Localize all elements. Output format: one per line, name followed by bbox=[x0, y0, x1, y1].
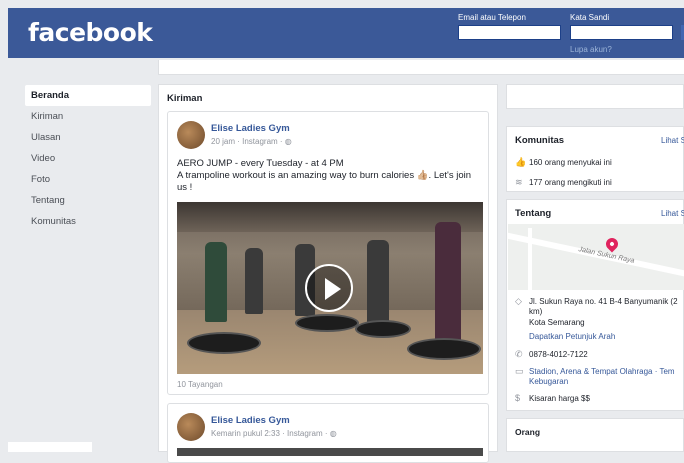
about-title: Tentang bbox=[515, 208, 552, 219]
sidebar-item-ulasan[interactable]: Ulasan bbox=[25, 127, 151, 148]
facebook-logo[interactable]: facebook bbox=[28, 18, 153, 47]
category-icon: ▭ bbox=[515, 366, 524, 376]
likes-row: 👍 160 orang menyukai ini bbox=[515, 157, 612, 168]
video-scene-person bbox=[435, 222, 461, 342]
cover-strip bbox=[158, 60, 684, 75]
thumbs-up-icon: 👍 bbox=[515, 157, 527, 167]
video-scene-person bbox=[367, 240, 389, 326]
phone-row: ✆ 0878-4012-7122 bbox=[515, 349, 588, 360]
post-media[interactable] bbox=[177, 448, 483, 456]
phone-icon: ✆ bbox=[515, 349, 523, 359]
address-line-2: km) bbox=[529, 307, 543, 316]
forgot-account-link[interactable]: Lupa akun? bbox=[570, 45, 612, 54]
page-avatar[interactable] bbox=[177, 121, 205, 149]
directions-link[interactable]: Dapatkan Petunjuk Arah bbox=[529, 332, 615, 341]
view-count: 10 Tayangan bbox=[177, 380, 223, 389]
post-page-name[interactable]: Elise Ladies Gym bbox=[211, 415, 290, 426]
location-icon: ◇ bbox=[515, 296, 522, 306]
email-label: Email atau Telepon bbox=[458, 13, 526, 22]
rss-icon: ≋ bbox=[515, 177, 523, 187]
map-pin-icon bbox=[603, 235, 621, 253]
category-link[interactable]: Stadion, Arena & Tempat Olahraga · Tem bbox=[529, 367, 675, 376]
phone-number: 0878-4012-7122 bbox=[529, 350, 588, 359]
top-bar: facebook Email atau Telepon Kata Sandi L… bbox=[8, 8, 684, 58]
follows-row: ≋ 177 orang mengikuti ini bbox=[515, 177, 612, 188]
community-card: Komunitas Lihat S 👍 160 orang menyukai in… bbox=[506, 126, 684, 192]
price-row: $ Kisaran harga $$ bbox=[515, 393, 590, 403]
feed-title: Kiriman bbox=[167, 93, 203, 104]
community-title: Komunitas bbox=[515, 135, 565, 146]
trampoline bbox=[355, 320, 411, 338]
post-video[interactable] bbox=[177, 202, 483, 374]
video-scene-person bbox=[245, 248, 263, 314]
trampoline bbox=[407, 338, 481, 360]
play-icon[interactable] bbox=[305, 264, 353, 312]
password-input[interactable] bbox=[570, 25, 673, 40]
video-scene-person bbox=[205, 242, 227, 322]
email-input[interactable] bbox=[458, 25, 561, 40]
city: Kota Semarang bbox=[529, 318, 585, 327]
price-range: Kisaran harga $$ bbox=[529, 394, 590, 403]
map-road bbox=[528, 228, 532, 290]
sidebar-item-tentang[interactable]: Tentang bbox=[25, 190, 151, 211]
location-map[interactable]: Jalan Sukun Raya bbox=[508, 224, 684, 290]
trampoline bbox=[187, 332, 261, 354]
people-title: Orang bbox=[515, 427, 541, 437]
password-label: Kata Sandi bbox=[570, 13, 610, 22]
right-top-card bbox=[506, 84, 684, 109]
bottom-overlay bbox=[8, 442, 92, 452]
post-card: Elise Ladies Gym Kemarin pukul 2:33 · In… bbox=[167, 403, 489, 463]
about-card: Tentang Lihat S Jalan Sukun Raya ◇ Jl. Su… bbox=[506, 199, 684, 411]
follows-count: 177 orang mengikuti ini bbox=[529, 178, 612, 187]
address-line: Jl. Sukun Raya no. 41 B-4 Banyumanik (2 bbox=[529, 297, 678, 306]
post-meta: Kemarin pukul 2:33 · Instagram · ◍ bbox=[211, 429, 337, 438]
sidebar-item-komunitas[interactable]: Komunitas bbox=[25, 211, 151, 232]
about-see-all-link[interactable]: Lihat S bbox=[661, 209, 684, 218]
sidebar-item-video[interactable]: Video bbox=[25, 148, 151, 169]
sidebar-item-beranda[interactable]: Beranda bbox=[25, 85, 151, 106]
sidebar-item-foto[interactable]: Foto bbox=[25, 169, 151, 190]
category-row: ▭ Stadion, Arena & Tempat Olahraga · Tem bbox=[515, 366, 675, 377]
likes-count: 160 orang menyukai ini bbox=[529, 158, 612, 167]
address-row: ◇ Jl. Sukun Raya no. 41 B-4 Banyumanik (2 bbox=[515, 296, 678, 307]
page-avatar[interactable] bbox=[177, 413, 205, 441]
post-text: AERO JUMP - every Tuesday - at 4 PM A tr… bbox=[177, 158, 472, 193]
post-page-name[interactable]: Elise Ladies Gym bbox=[211, 123, 290, 134]
dollar-icon: $ bbox=[515, 393, 521, 403]
posts-feed: Kiriman Elise Ladies Gym 20 jam · Instag… bbox=[158, 84, 498, 463]
people-card: Orang bbox=[506, 418, 684, 452]
community-see-all-link[interactable]: Lihat S bbox=[661, 136, 684, 145]
post-meta: 20 jam · Instagram · ◍ bbox=[211, 137, 292, 146]
category-link-2[interactable]: Kebugaran bbox=[529, 377, 568, 386]
post-card: Elise Ladies Gym 20 jam · Instagram · ◍ … bbox=[167, 111, 489, 395]
sidebar-nav: Beranda Kiriman Ulasan Video Foto Tentan… bbox=[25, 85, 151, 232]
trampoline bbox=[295, 314, 359, 332]
sidebar-item-kiriman[interactable]: Kiriman bbox=[25, 106, 151, 127]
